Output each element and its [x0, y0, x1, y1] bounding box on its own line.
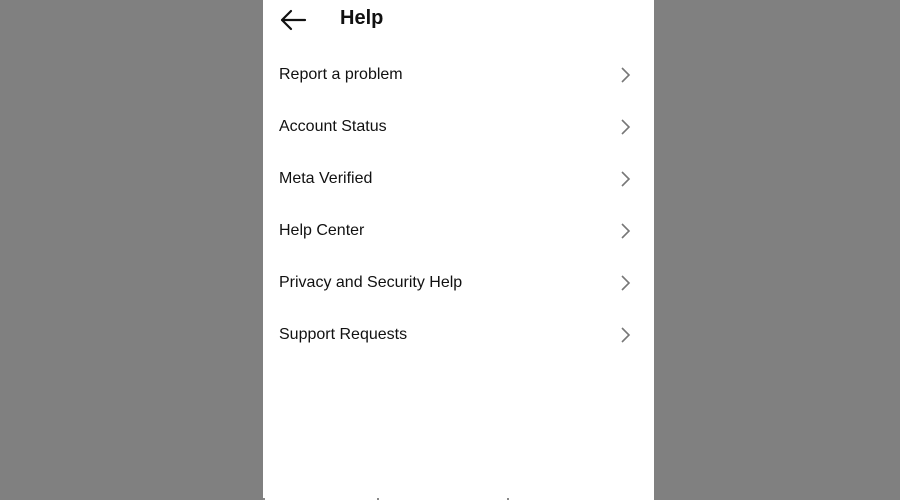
- menu-item-meta-verified[interactable]: Meta Verified: [263, 154, 654, 206]
- help-menu: Report a problem Account Status Meta Ver…: [263, 50, 654, 362]
- menu-item-account-status[interactable]: Account Status: [263, 102, 654, 154]
- menu-item-label: Report a problem: [279, 66, 403, 83]
- chevron-right-icon: [621, 223, 631, 239]
- chevron-right-icon: [621, 67, 631, 83]
- chevron-right-icon: [621, 275, 631, 291]
- menu-item-support-requests[interactable]: Support Requests: [263, 310, 654, 362]
- chevron-right-icon: [621, 171, 631, 187]
- menu-item-label: Account Status: [279, 118, 387, 135]
- chevron-right-icon: [621, 327, 631, 343]
- header: Help: [263, 0, 654, 40]
- help-panel: Help Report a problem Account Status Met…: [263, 0, 654, 500]
- menu-item-help-center[interactable]: Help Center: [263, 206, 654, 258]
- back-button[interactable]: [279, 8, 307, 32]
- menu-item-privacy-security-help[interactable]: Privacy and Security Help: [263, 258, 654, 310]
- menu-item-label: Help Center: [279, 222, 365, 239]
- menu-item-report-problem[interactable]: Report a problem: [263, 50, 654, 102]
- page-title: Help: [340, 7, 384, 29]
- menu-item-label: Meta Verified: [279, 170, 373, 187]
- menu-item-label: Support Requests: [279, 326, 408, 343]
- arrow-left-icon: [280, 9, 307, 31]
- menu-item-label: Privacy and Security Help: [279, 274, 463, 291]
- chevron-right-icon: [621, 119, 631, 135]
